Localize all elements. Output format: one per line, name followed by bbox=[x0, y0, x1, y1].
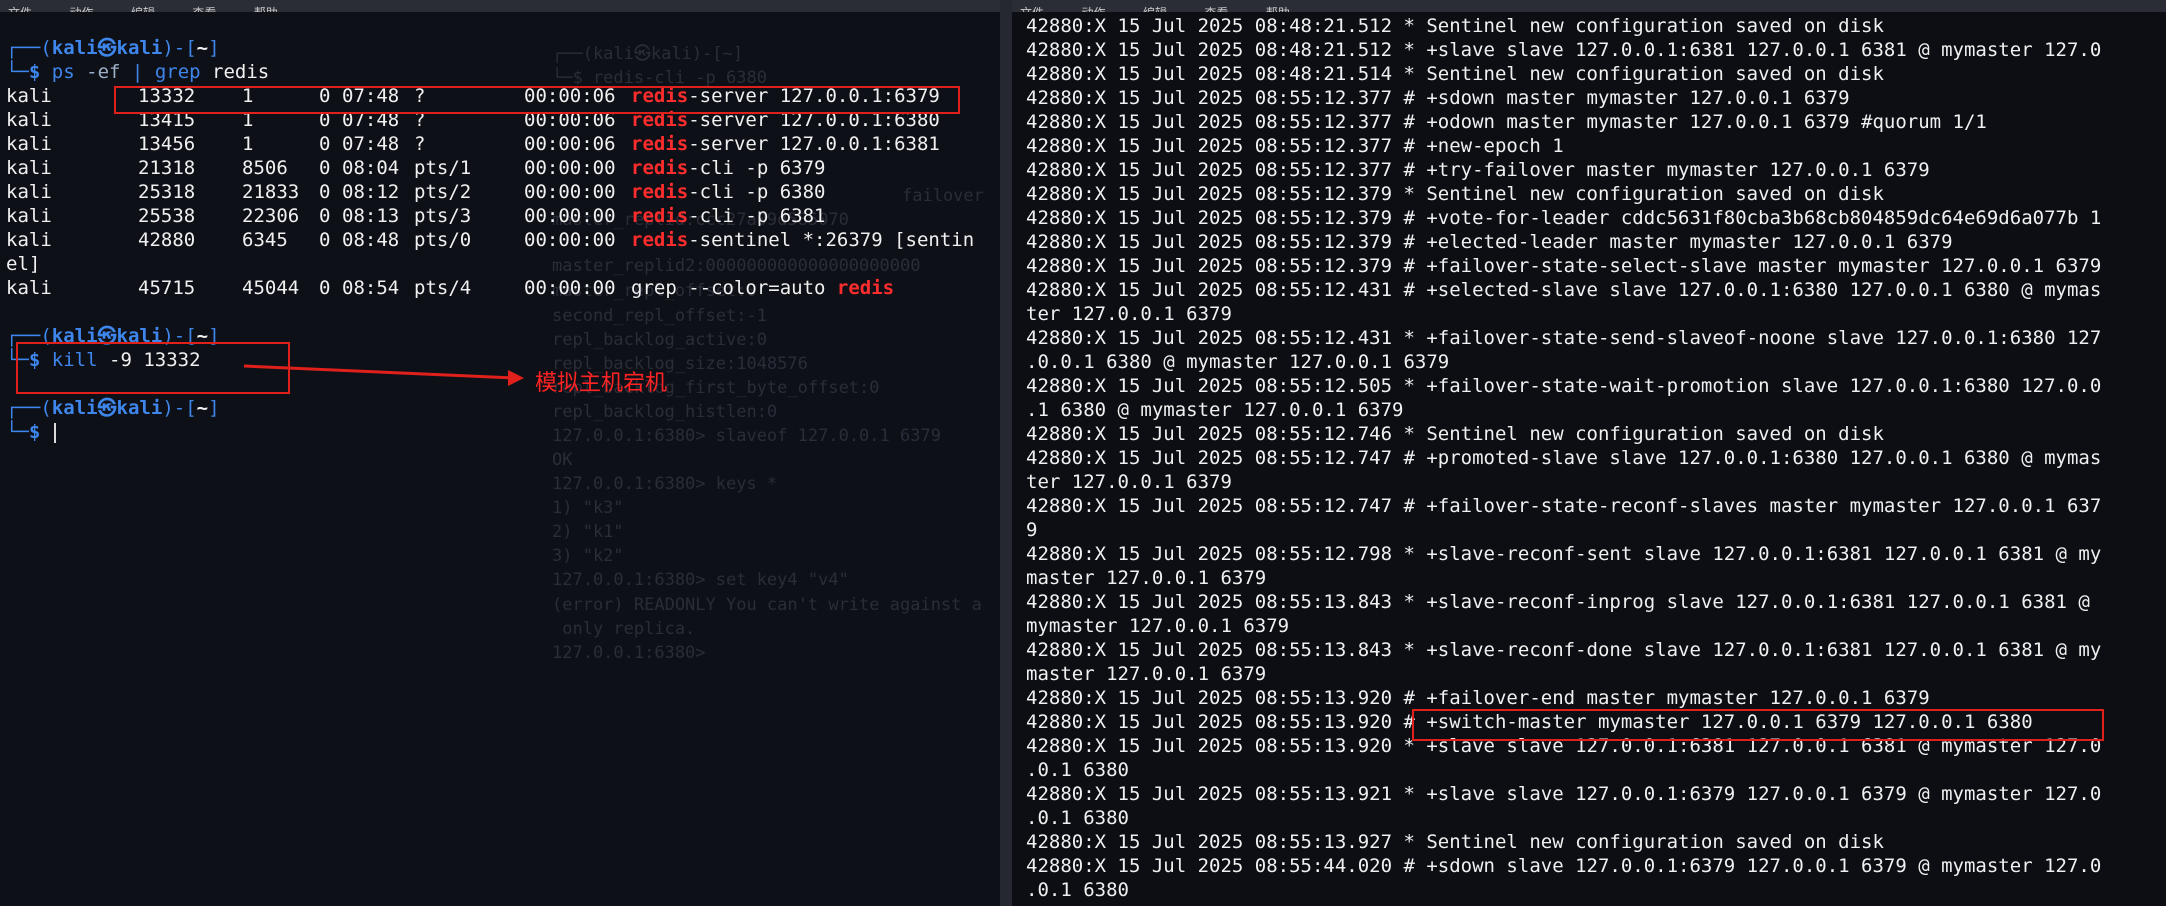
annotation-arrow bbox=[243, 364, 524, 386]
log-line: .0.1 6380 bbox=[1026, 879, 1129, 901]
log-line: 42880:X 15 Jul 2025 08:55:12.798 * +slav… bbox=[1026, 543, 2102, 565]
highlight-box-switch-master bbox=[1412, 709, 2104, 741]
log-line: ter 127.0.0.1 6379 bbox=[1026, 303, 1232, 325]
menu-help[interactable]: 帮助 bbox=[1266, 7, 1290, 12]
log-line: 42880:X 15 Jul 2025 08:55:13.927 * Senti… bbox=[1026, 831, 1884, 853]
log-line: .0.1 6380 bbox=[1026, 807, 1129, 829]
log-line: 42880:X 15 Jul 2025 08:55:12.379 # +fail… bbox=[1026, 255, 2102, 277]
log-line: 42880:X 15 Jul 2025 08:48:21.512 * +slav… bbox=[1026, 39, 2102, 61]
log-line: 42880:X 15 Jul 2025 08:55:12.431 * +fail… bbox=[1026, 327, 2102, 349]
right-terminal-pane[interactable]: 文件 动作 编辑 查看 帮助 42880:X 15 Jul 2025 08:48… bbox=[1012, 0, 2166, 906]
log-line: 42880:X 15 Jul 2025 08:55:12.377 # +sdow… bbox=[1026, 87, 1850, 109]
log-line: 42880:X 15 Jul 2025 08:55:12.747 # +fail… bbox=[1026, 495, 2102, 517]
log-line: 42880:X 15 Jul 2025 08:55:13.843 * +slav… bbox=[1026, 639, 2102, 661]
log-line: .1 6380 @ mymaster 127.0.0.1 6379 bbox=[1026, 399, 1404, 421]
log-line: 42880:X 15 Jul 2025 08:48:21.512 * Senti… bbox=[1026, 15, 1884, 37]
log-line: 42880:X 15 Jul 2025 08:55:13.843 * +slav… bbox=[1026, 591, 2090, 613]
pane-divider[interactable] bbox=[1000, 0, 1012, 906]
log-line: 42880:X 15 Jul 2025 08:55:12.746 * Senti… bbox=[1026, 423, 1884, 445]
log-line: 42880:X 15 Jul 2025 08:55:13.920 # +fail… bbox=[1026, 687, 1930, 709]
log-line: 42880:X 15 Jul 2025 08:55:12.505 * +fail… bbox=[1026, 375, 2102, 397]
log-line: 42880:X 15 Jul 2025 08:55:12.377 # +new-… bbox=[1026, 135, 1564, 157]
menu-file[interactable]: 文件 bbox=[1020, 7, 1044, 12]
log-line: ter 127.0.0.1 6379 bbox=[1026, 471, 1232, 493]
left-terminal-pane[interactable]: 文件 动作 编辑 查看 帮助 ┌──(kali㉿kali)-[~]└─$ red… bbox=[0, 0, 1000, 906]
log-line: 42880:X 15 Jul 2025 08:55:12.377 # +odow… bbox=[1026, 111, 1987, 133]
sentinel-log-output: 42880:X 15 Jul 2025 08:48:21.512 * Senti… bbox=[1026, 14, 2166, 902]
right-menubar: 文件 动作 编辑 查看 帮助 bbox=[1012, 0, 2166, 12]
log-line: 42880:X 15 Jul 2025 08:55:44.020 # +sdow… bbox=[1026, 855, 2102, 877]
log-line: master 127.0.0.1 6379 bbox=[1026, 663, 1267, 685]
log-line: mymaster 127.0.0.1 6379 bbox=[1026, 615, 1290, 637]
log-line: 42880:X 15 Jul 2025 08:55:12.747 # +prom… bbox=[1026, 447, 2102, 469]
log-line: 9 bbox=[1026, 519, 1038, 541]
log-line: 42880:X 15 Jul 2025 08:55:12.379 # +vote… bbox=[1026, 207, 2102, 229]
log-line: 42880:X 15 Jul 2025 08:55:13.921 * +slav… bbox=[1026, 783, 2102, 805]
log-line: 42880:X 15 Jul 2025 08:55:12.379 # +elec… bbox=[1026, 231, 1953, 253]
menu-actions[interactable]: 动作 bbox=[1081, 7, 1105, 12]
log-line: .0.0.1 6380 @ mymaster 127.0.0.1 6379 bbox=[1026, 351, 1450, 373]
menu-edit[interactable]: 编辑 bbox=[1143, 7, 1167, 12]
log-line: 42880:X 15 Jul 2025 08:55:12.377 # +try-… bbox=[1026, 159, 1930, 181]
log-line: .0.1 6380 bbox=[1026, 759, 1129, 781]
log-line: 42880:X 15 Jul 2025 08:55:12.379 * Senti… bbox=[1026, 183, 1884, 205]
log-line: master 127.0.0.1 6379 bbox=[1026, 567, 1267, 589]
annotation-label: 模拟主机宕机 bbox=[535, 371, 668, 396]
log-line: 42880:X 15 Jul 2025 08:48:21.514 * Senti… bbox=[1026, 63, 1884, 85]
menu-view[interactable]: 查看 bbox=[1204, 7, 1228, 12]
log-line: 42880:X 15 Jul 2025 08:55:12.431 # +sele… bbox=[1026, 279, 2102, 301]
